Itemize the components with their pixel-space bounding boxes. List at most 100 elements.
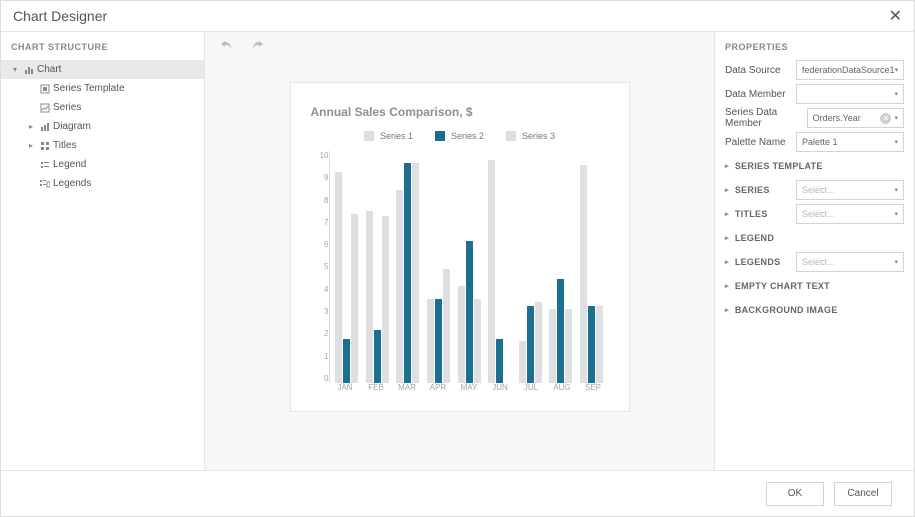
tree-label: Series [53, 102, 81, 113]
chevron-right-icon: ▸ [725, 186, 729, 194]
bar [596, 306, 603, 383]
bar [443, 269, 450, 383]
chevron-right-icon[interactable]: ▸ [29, 122, 37, 131]
tree-item-series-template[interactable]: ▸ Series Template [1, 79, 204, 98]
tree-item-legend[interactable]: ▸ Legend [1, 155, 204, 174]
section-series-toggle[interactable]: ▸SERIES [725, 185, 770, 195]
prop-row-series-data-member: Series Data Member Orders.Year ✕ ▾ [725, 106, 904, 130]
tree-item-titles[interactable]: ▸ Titles [1, 136, 204, 155]
x-tick: MAY [454, 383, 485, 397]
prop-label: Data Source [725, 65, 781, 76]
chevron-right-icon: ▸ [725, 258, 729, 266]
tree-item-diagram[interactable]: ▸ Diagram [1, 117, 204, 136]
section-legends-toggle[interactable]: ▸LEGENDS [725, 257, 780, 267]
chevron-down-icon: ▾ [894, 258, 898, 266]
y-axis: 109876543210 [311, 151, 329, 397]
chevron-down-icon: ▾ [894, 138, 898, 146]
bar [466, 241, 473, 383]
dialog-footer: OK Cancel [1, 470, 914, 516]
select-value: federationDataSource1 [802, 65, 895, 75]
bar [588, 306, 595, 383]
tree-label: Legends [53, 178, 91, 189]
chevron-right-icon: ▸ [725, 210, 729, 218]
section-series: ▸SERIES Select...▾ [725, 178, 904, 202]
bar [351, 214, 358, 383]
redo-button[interactable] [249, 38, 265, 57]
bar [404, 163, 411, 383]
cancel-button[interactable]: Cancel [834, 482, 892, 506]
chart-legend: Series 1 Series 2 Series 3 [311, 131, 609, 141]
chevron-right-icon[interactable]: ▸ [29, 141, 37, 150]
chevron-right-icon: ▸ [725, 306, 729, 314]
close-button[interactable]: ✕ [889, 6, 902, 26]
tree-label: Series Template [53, 83, 125, 94]
tree-item-legends[interactable]: ▸ Legends [1, 174, 204, 193]
undo-button[interactable] [219, 38, 235, 57]
data-member-select[interactable]: ▾ [796, 84, 904, 104]
x-tick: JUL [516, 383, 547, 397]
prop-label: Palette Name [725, 137, 786, 148]
select-placeholder: Select... [802, 257, 835, 267]
chart-icon [21, 65, 37, 75]
tree-item-series[interactable]: ▸ Series [1, 98, 204, 117]
titles-select[interactable]: Select...▾ [796, 204, 904, 224]
chevron-down-icon[interactable]: ▾ [13, 65, 21, 74]
legend-item: Series 3 [506, 131, 555, 141]
titles-icon [37, 141, 53, 151]
bar-group [454, 151, 485, 383]
template-icon [37, 84, 53, 94]
dialog-title: Chart Designer [13, 8, 107, 24]
ok-button[interactable]: OK [766, 482, 824, 506]
prop-label: Series Data Member [725, 107, 807, 129]
tree-label: Chart [37, 64, 61, 75]
bar [382, 216, 389, 383]
tree-item-chart[interactable]: ▾ Chart [1, 60, 204, 79]
section-titles: ▸TITLES Select...▾ [725, 202, 904, 226]
bar-group [393, 151, 424, 383]
x-tick: FEB [361, 383, 392, 397]
prop-label: Data Member [725, 89, 786, 100]
bar [580, 165, 587, 383]
chart-designer-dialog: Chart Designer ✕ CHART STRUCTURE ▾ Chart… [0, 0, 915, 517]
x-axis: JANFEBMARAPRMAYJUNJULAUGSEP [329, 383, 609, 397]
legend-item: Series 1 [364, 131, 413, 141]
bar [435, 299, 442, 383]
data-source-select[interactable]: federationDataSource1 ▾ [796, 60, 904, 80]
chevron-down-icon: ▾ [894, 210, 898, 218]
legend-label: Series 2 [451, 131, 484, 141]
section-empty-chart-text[interactable]: ▸EMPTY CHART TEXT [725, 274, 904, 298]
section-background-image[interactable]: ▸BACKGROUND IMAGE [725, 298, 904, 322]
series-data-member-select[interactable]: Orders.Year ✕ ▾ [807, 108, 904, 128]
chevron-right-icon: ▸ [725, 162, 729, 170]
chevron-down-icon: ▾ [894, 90, 898, 98]
bar [549, 309, 556, 383]
select-value: Palette 1 [802, 137, 838, 147]
diagram-icon [37, 122, 53, 132]
bar [527, 306, 534, 383]
chevron-down-icon: ▾ [895, 66, 899, 74]
legends-select[interactable]: Select... ▾ [796, 252, 904, 272]
structure-panel: CHART STRUCTURE ▾ Chart ▸ Series Templat… [1, 32, 205, 470]
bar-group [515, 151, 546, 383]
x-tick: JAN [330, 383, 361, 397]
section-titles-toggle[interactable]: ▸TITLES [725, 209, 768, 219]
legend-label: Series 3 [522, 131, 555, 141]
palette-name-select[interactable]: Palette 1 ▾ [796, 132, 904, 152]
tree-label: Titles [53, 140, 77, 151]
prop-row-data-member: Data Member ▾ [725, 82, 904, 106]
bar [557, 279, 564, 383]
bar [335, 172, 342, 383]
section-series-template[interactable]: ▸SERIES TEMPLATE [725, 154, 904, 178]
bar-group [423, 151, 454, 383]
properties-panel: PROPERTIES Data Source federationDataSou… [714, 32, 914, 470]
clear-button[interactable]: ✕ [880, 113, 891, 124]
bar-group [545, 151, 576, 383]
chart-preview[interactable]: Annual Sales Comparison, $ Series 1Serie… [290, 82, 630, 412]
plot-main: JANFEBMARAPRMAYJUNJULAUGSEP [329, 151, 609, 397]
bar [343, 339, 350, 383]
series-select[interactable]: Select...▾ [796, 180, 904, 200]
section-legend[interactable]: ▸LEGEND [725, 226, 904, 250]
tree-label: Legend [53, 159, 86, 170]
x-tick: JUN [485, 383, 516, 397]
legend-swatch [435, 131, 445, 141]
